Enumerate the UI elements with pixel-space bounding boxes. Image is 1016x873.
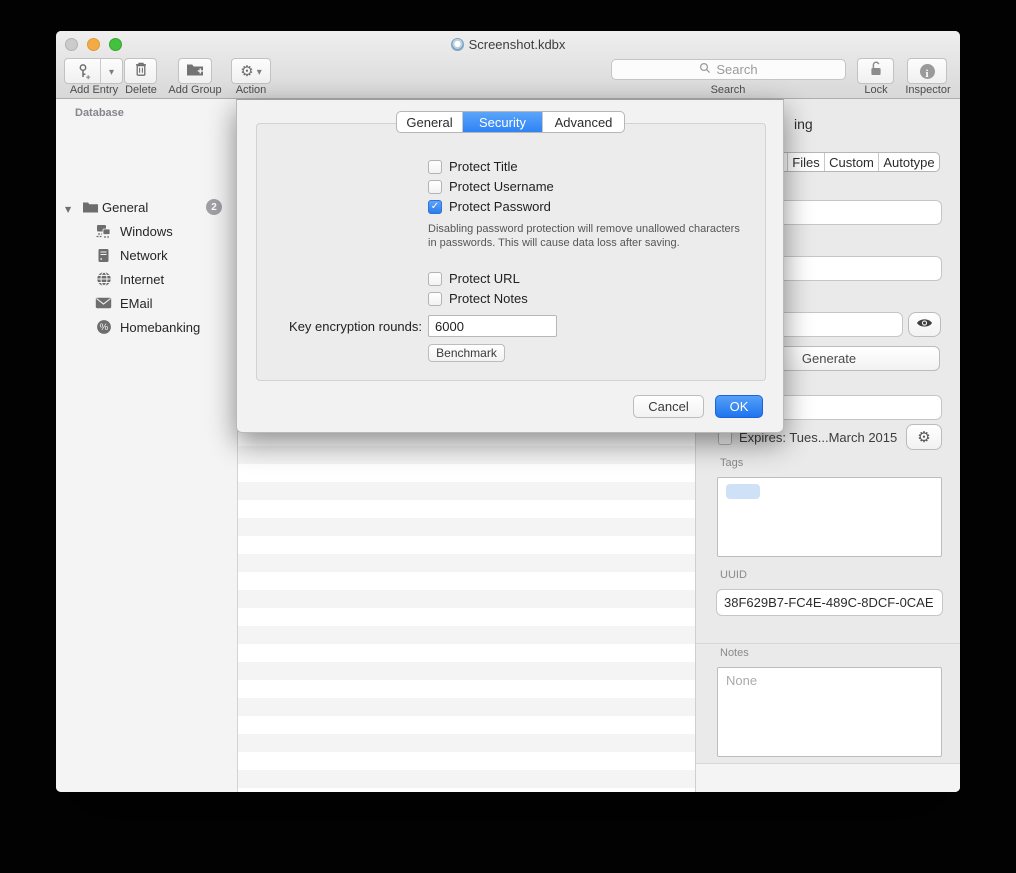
key-plus-icon[interactable]	[65, 59, 100, 83]
checkbox-label: Protect URL	[449, 271, 520, 286]
sidebar-item-windows[interactable]: Windows	[56, 220, 238, 242]
search-icon	[699, 62, 711, 77]
protect-password-row[interactable]: Protect Password	[428, 199, 551, 214]
protect-username-row[interactable]: Protect Username	[428, 179, 554, 194]
tags-label: Tags	[720, 457, 743, 469]
sidebar-section-header: Database	[75, 107, 124, 119]
protect-username-checkbox[interactable]	[428, 180, 442, 194]
search-label: Search	[678, 84, 778, 96]
delete-button[interactable]	[124, 58, 157, 84]
sidebar-item-label: Internet	[120, 272, 164, 287]
windows-network-icon	[95, 224, 112, 239]
sidebar-item-email[interactable]: EMail	[56, 292, 238, 314]
notes-placeholder: None	[726, 673, 757, 688]
uuid-label: UUID	[720, 569, 747, 581]
info-icon	[920, 64, 935, 79]
tab-files[interactable]: Files	[787, 153, 824, 171]
tag-token[interactable]	[726, 484, 760, 499]
protect-url-checkbox[interactable]	[428, 272, 442, 286]
dialog-tabs: General Security Advanced	[396, 111, 625, 133]
gear-icon	[917, 428, 930, 446]
server-icon	[95, 248, 112, 263]
lock-button[interactable]	[857, 58, 894, 84]
count-badge: 2	[206, 199, 222, 215]
envelope-icon	[95, 297, 112, 309]
key-rounds-value: 6000	[435, 319, 464, 334]
window-header: Screenshot.kdbx Add Entry	[56, 31, 960, 99]
folder-icon	[82, 201, 99, 214]
security-sheet-dialog: General Security Advanced Protect Title …	[236, 99, 784, 433]
divider	[696, 643, 960, 644]
checkbox-label: Protect Title	[449, 159, 518, 174]
inspector-label: Inspector	[897, 84, 959, 96]
svg-text:%: %	[99, 322, 108, 333]
sidebar-item-general[interactable]: General 2	[56, 196, 238, 218]
protect-notes-checkbox[interactable]	[428, 292, 442, 306]
reveal-password-button[interactable]	[908, 312, 941, 337]
add-entry-dropdown[interactable]	[100, 59, 122, 83]
chevron-down-icon	[109, 62, 114, 80]
folder-plus-icon	[186, 62, 204, 81]
protect-notes-row[interactable]: Protect Notes	[428, 291, 528, 306]
sidebar-item-label: Homebanking	[120, 320, 200, 335]
sidebar-item-homebanking[interactable]: % Homebanking	[56, 316, 238, 338]
uuid-value: 38F629B7-FC4E-489C-8DCF-0CAE	[717, 590, 942, 615]
sidebar-item-network[interactable]: Network	[56, 244, 238, 266]
globe-icon	[95, 271, 112, 287]
protect-title-checkbox[interactable]	[428, 160, 442, 174]
inspector-footer	[696, 764, 960, 792]
tab-advanced[interactable]: Advanced	[542, 112, 624, 132]
ok-button[interactable]: OK	[715, 395, 763, 418]
cancel-button[interactable]: Cancel	[633, 395, 704, 418]
entry-title-fragment: ing	[794, 116, 813, 132]
benchmark-button[interactable]: Benchmark	[428, 344, 505, 362]
tab-general[interactable]: General	[397, 112, 462, 132]
protect-title-row[interactable]: Protect Title	[428, 159, 518, 174]
add-group-button[interactable]	[178, 58, 212, 84]
unlocked-padlock-icon	[868, 60, 884, 82]
delete-label: Delete	[116, 84, 166, 96]
action-button[interactable]	[231, 58, 271, 84]
key-rounds-label: Key encryption rounds:	[237, 319, 422, 334]
sidebar-item-label: General	[102, 200, 148, 215]
disclosure-triangle-icon[interactable]	[65, 200, 71, 215]
sidebar-item-label: EMail	[120, 296, 153, 311]
window-titlebar: Screenshot.kdbx	[56, 37, 960, 54]
checkbox-label: Protect Notes	[449, 291, 528, 306]
add-entry-button[interactable]	[64, 58, 123, 84]
window-title: Screenshot.kdbx	[469, 37, 566, 52]
checkbox-label: Protect Username	[449, 179, 554, 194]
protect-password-checkbox[interactable]	[428, 200, 442, 214]
sidebar: Database General 2 Windows	[56, 99, 238, 792]
tab-autotype[interactable]: Autotype	[878, 153, 939, 171]
notes-label: Notes	[720, 647, 749, 659]
sidebar-item-label: Network	[120, 248, 168, 263]
sidebar-item-internet[interactable]: Internet	[56, 268, 238, 290]
tab-custom[interactable]: Custom	[824, 153, 878, 171]
inspector-button[interactable]	[907, 58, 947, 84]
document-icon	[451, 38, 464, 51]
uuid-field[interactable]: 38F629B7-FC4E-489C-8DCF-0CAE	[716, 589, 943, 616]
eye-icon	[916, 317, 933, 332]
notes-textarea[interactable]: None	[717, 667, 942, 757]
password-protection-warning: Disabling password protection will remov…	[428, 223, 743, 250]
chevron-down-icon	[257, 62, 262, 80]
tab-security[interactable]: Security	[462, 112, 542, 132]
protect-url-row[interactable]: Protect URL	[428, 271, 520, 286]
action-label: Action	[221, 84, 281, 96]
expires-checkbox[interactable]	[718, 431, 732, 445]
gear-icon	[240, 62, 253, 80]
tags-box[interactable]	[717, 477, 942, 557]
desktop-background: Screenshot.kdbx Add Entry	[0, 0, 1016, 873]
key-rounds-input[interactable]: 6000	[428, 315, 557, 337]
trash-icon	[134, 61, 148, 82]
sidebar-item-label: Windows	[120, 224, 173, 239]
checkbox-label: Protect Password	[449, 199, 551, 214]
search-input[interactable]: Search	[611, 59, 846, 80]
search-placeholder: Search	[716, 62, 757, 77]
expires-settings-button[interactable]	[906, 424, 942, 450]
percent-icon: %	[95, 319, 112, 335]
add-group-label: Add Group	[164, 84, 226, 96]
